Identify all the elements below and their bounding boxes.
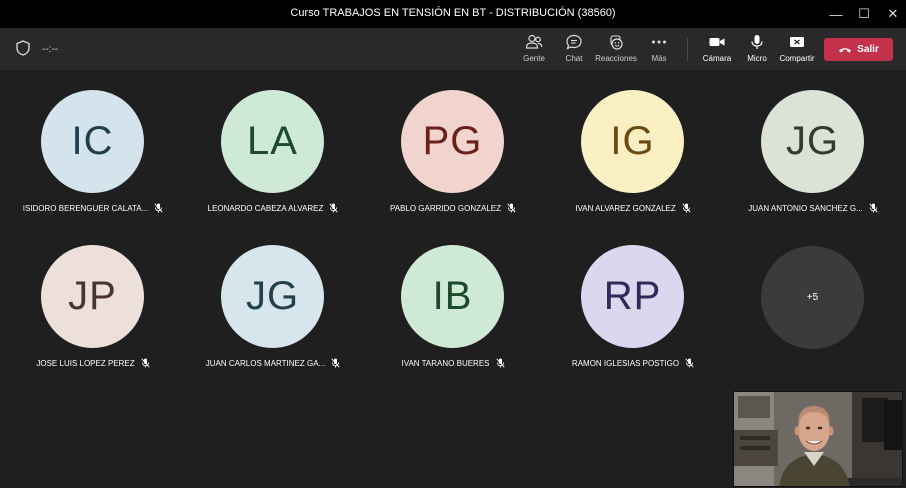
participant-name-row: IVAN ALVAREZ GONZALEZ bbox=[548, 203, 718, 213]
minimize-icon: — bbox=[829, 6, 843, 22]
participant-name: JUAN ANTONIO SANCHEZ G... bbox=[748, 203, 863, 213]
people-icon bbox=[525, 34, 543, 49]
avatar-initials: PG bbox=[422, 119, 483, 163]
mic-off-icon bbox=[685, 358, 694, 368]
avatar-initials: LA bbox=[247, 119, 298, 163]
participant-name: PABLO GARRIDO GONZALEZ bbox=[390, 203, 501, 213]
more-options-button[interactable]: Más bbox=[635, 34, 683, 63]
avatar-initials: IB bbox=[432, 274, 473, 318]
participant-tile[interactable]: IC ISIDORO BERENGUER CALATA... bbox=[8, 70, 178, 213]
mic-off-icon bbox=[869, 203, 878, 213]
more-label: Más bbox=[651, 54, 667, 63]
close-icon: ✕ bbox=[887, 6, 899, 21]
leave-button[interactable]: Salir bbox=[824, 38, 893, 61]
mic-off-icon bbox=[331, 358, 340, 368]
mic-off-icon bbox=[682, 203, 691, 213]
participant-name-row: LEONARDO CABEZA ALVAREZ bbox=[188, 203, 358, 213]
chat-label: Chat bbox=[565, 54, 583, 63]
participant-name-row: ISIDORO BERENGUER CALATA... bbox=[8, 203, 178, 213]
participant-name-row: JOSE LUIS LOPEZ PEREZ bbox=[8, 358, 178, 368]
minimize-button[interactable]: — bbox=[825, 4, 847, 24]
share-label: Compartir bbox=[779, 54, 815, 63]
maximize-button[interactable]: ☐ bbox=[853, 4, 875, 24]
chat-button[interactable]: Chat bbox=[550, 34, 598, 63]
avatar-initials: RP bbox=[603, 274, 662, 318]
participant-tile[interactable]: JG JUAN ANTONIO SANCHEZ G... bbox=[728, 70, 898, 213]
avatar-initials: JP bbox=[68, 274, 117, 318]
participant-name-row: PABLO GARRIDO GONZALEZ bbox=[368, 203, 538, 213]
avatar: RP bbox=[581, 245, 684, 348]
participant-tile[interactable]: JP JOSE LUIS LOPEZ PEREZ bbox=[8, 225, 178, 368]
overflow-count: +5 bbox=[806, 292, 819, 303]
mic-off-icon bbox=[507, 203, 516, 213]
close-window-button[interactable]: ✕ bbox=[882, 4, 904, 24]
participant-name: JOSE LUIS LOPEZ PEREZ bbox=[36, 358, 135, 368]
avatar: IB bbox=[401, 245, 504, 348]
avatar: JG bbox=[761, 90, 864, 193]
avatar: JG bbox=[221, 245, 324, 348]
camera-icon bbox=[709, 38, 725, 46]
participant-name: RAMON IGLESIAS POSTIGO bbox=[571, 358, 680, 368]
avatar: PG bbox=[401, 90, 504, 193]
participant-tile[interactable]: IB IVAN TARANO BUERES bbox=[368, 225, 538, 368]
participant-name: IVAN ALVAREZ GONZALEZ bbox=[575, 203, 676, 213]
avatar: JP bbox=[41, 245, 144, 348]
more-icon bbox=[652, 40, 666, 44]
participant-tile[interactable]: RP RAMON IGLESIAS POSTIGO bbox=[548, 225, 718, 368]
participant-name-row: IVAN TARANO BUERES bbox=[368, 358, 538, 368]
toolbar-divider bbox=[687, 38, 688, 62]
share-button[interactable]: Compartir bbox=[773, 34, 821, 63]
reactions-icon bbox=[610, 35, 623, 50]
participant-name: LEONARDO CABEZA ALVAREZ bbox=[207, 203, 324, 213]
participant-tile[interactable]: IG IVAN ALVAREZ GONZALEZ bbox=[548, 70, 718, 213]
overflow-participants-button[interactable]: +5 bbox=[761, 246, 864, 349]
participant-name: IVAN TARANO BUERES bbox=[401, 358, 490, 368]
avatar-initials: IG bbox=[610, 119, 655, 163]
microphone-icon bbox=[751, 35, 763, 49]
participant-name-row: JUAN CARLOS MARTINEZ GA... bbox=[188, 358, 358, 368]
self-view-video[interactable] bbox=[733, 391, 903, 487]
self-video-image bbox=[734, 392, 902, 486]
participant-tile[interactable]: JG JUAN CARLOS MARTINEZ GA... bbox=[188, 225, 358, 368]
participant-name-row: JUAN ANTONIO SANCHEZ G... bbox=[728, 203, 898, 213]
avatar-initials: JG bbox=[785, 119, 840, 163]
reactions-button[interactable]: Reacciones bbox=[592, 34, 640, 63]
mic-off-icon bbox=[495, 358, 505, 368]
avatar: IG bbox=[581, 90, 684, 193]
participant-tile[interactable]: LA LEONARDO CABEZA ALVAREZ bbox=[188, 70, 358, 213]
shield-icon[interactable] bbox=[16, 40, 30, 56]
meeting-timer: --:-- bbox=[42, 44, 59, 55]
avatar: IC bbox=[41, 90, 144, 193]
participant-name: ISIDORO BERENGUER CALATA... bbox=[22, 203, 149, 213]
window-title: Curso TRABAJOS EN TENSIÓN EN BT - DISTRI… bbox=[290, 7, 616, 19]
avatar: LA bbox=[221, 90, 324, 193]
maximize-icon: ☐ bbox=[858, 6, 870, 21]
hang-up-icon bbox=[839, 47, 852, 52]
chat-icon bbox=[566, 34, 582, 50]
avatar-initials: IC bbox=[71, 119, 114, 163]
avatar-initials: JG bbox=[245, 274, 300, 318]
participant-name: JUAN CARLOS MARTINEZ GA... bbox=[205, 358, 326, 368]
share-screen-icon bbox=[790, 37, 804, 47]
meeting-toolbar: --:-- Gente Chat Reacciones Más Cámara M… bbox=[0, 28, 906, 70]
mic-off-icon bbox=[329, 203, 338, 213]
mic-off-icon bbox=[141, 358, 150, 368]
reactions-label: Reacciones bbox=[595, 54, 637, 63]
mic-off-icon bbox=[154, 203, 163, 213]
title-bar: Curso TRABAJOS EN TENSIÓN EN BT - DISTRI… bbox=[0, 0, 906, 28]
leave-label: Salir bbox=[857, 44, 879, 55]
participant-name-row: RAMON IGLESIAS POSTIGO bbox=[548, 358, 718, 368]
participant-tile[interactable]: PG PABLO GARRIDO GONZALEZ bbox=[368, 70, 538, 213]
